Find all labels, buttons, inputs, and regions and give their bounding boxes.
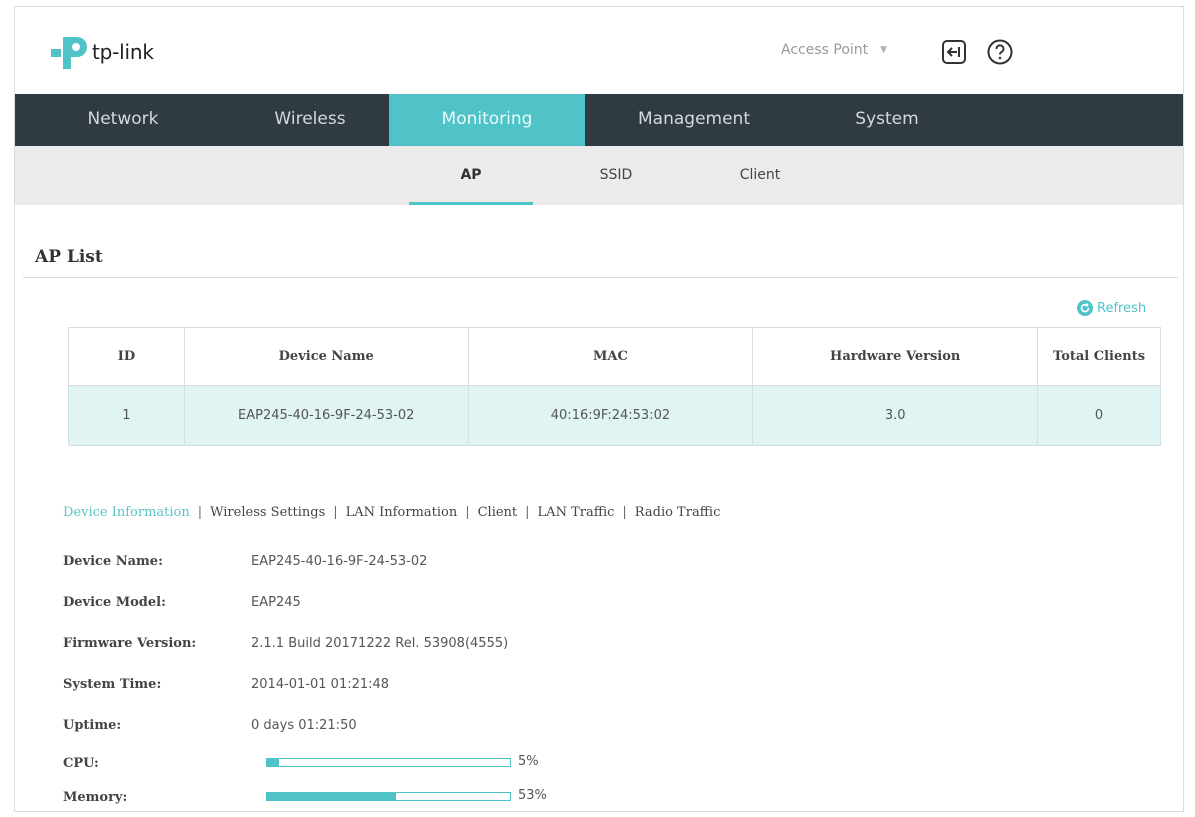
divider [23, 277, 1178, 278]
value-firmware-version: 2.1.1 Build 20171222 Rel. 53908(4555) [251, 636, 509, 651]
tab-monitoring[interactable]: Monitoring [389, 94, 585, 146]
cell-total-clients: 0 [1037, 385, 1161, 446]
column-header-id[interactable]: ID [68, 327, 185, 386]
ap-list-table: ID Device Name MAC Hardware Version Tota… [68, 327, 1161, 446]
tab-network[interactable]: Network [15, 94, 231, 146]
refresh-button[interactable]: Refresh [1077, 300, 1146, 316]
detail-tab-client[interactable]: Client [478, 505, 518, 520]
label-device-model: Device Model: [63, 595, 166, 610]
column-header-mac[interactable]: MAC [467, 327, 754, 386]
cell-mac: 40:16:9F:24:53:02 [467, 385, 754, 446]
value-device-name: EAP245-40-16-9F-24-53-02 [251, 554, 428, 569]
chevron-down-icon: ▼ [880, 45, 888, 55]
header: tp-link Access Point ▼ [15, 7, 1183, 94]
sub-nav: AP SSID Client [15, 146, 1183, 205]
memory-usage-bar [266, 792, 511, 801]
refresh-icon [1077, 300, 1093, 316]
tab-system[interactable]: System [803, 94, 971, 146]
column-header-total-clients[interactable]: Total Clients [1037, 327, 1161, 386]
label-firmware-version: Firmware Version: [63, 636, 197, 651]
subtab-client[interactable]: Client [705, 146, 815, 205]
value-device-model: EAP245 [251, 595, 301, 610]
tab-management[interactable]: Management [585, 94, 803, 146]
value-system-time: 2014-01-01 01:21:48 [251, 677, 390, 692]
detail-tab-device-information[interactable]: Device Information [63, 505, 190, 520]
detail-tabs: Device Information | Wireless Settings |… [63, 505, 720, 520]
main-nav: Network Wireless Monitoring Management S… [15, 94, 1183, 146]
label-cpu: CPU: [63, 756, 99, 771]
value-uptime: 0 days 01:21:50 [251, 718, 357, 733]
separator: | [333, 505, 338, 520]
detail-tab-radio-traffic[interactable]: Radio Traffic [635, 505, 721, 520]
detail-tab-lan-information[interactable]: LAN Information [346, 505, 458, 520]
cpu-usage-bar [266, 758, 511, 767]
tp-link-logo: tp-link [49, 33, 154, 71]
section-title: AP List [35, 247, 103, 267]
mode-select[interactable]: Access Point ▼ [781, 42, 887, 58]
cpu-usage-percent: 5% [518, 754, 539, 769]
table-row[interactable]: 1 EAP245-40-16-9F-24-53-02 40:16:9F:24:5… [68, 385, 1161, 446]
detail-tab-wireless-settings[interactable]: Wireless Settings [210, 505, 325, 520]
label-uptime: Uptime: [63, 718, 122, 733]
table-header-row: ID Device Name MAC Hardware Version Tota… [68, 327, 1161, 386]
memory-usage-percent: 53% [518, 788, 547, 803]
column-header-hardware-version[interactable]: Hardware Version [752, 327, 1039, 386]
memory-usage-fill [267, 793, 396, 800]
mode-select-value: Access Point [781, 42, 869, 58]
subtab-ap[interactable]: AP [409, 146, 533, 205]
column-header-device-name[interactable]: Device Name [183, 327, 469, 386]
brand-name: tp-link [92, 40, 154, 64]
detail-tab-lan-traffic[interactable]: LAN Traffic [538, 505, 615, 520]
help-icon[interactable] [987, 39, 1013, 65]
cell-hardware-version: 3.0 [752, 385, 1039, 446]
refresh-label: Refresh [1097, 300, 1147, 316]
logout-icon[interactable] [941, 39, 967, 65]
cell-device-name: EAP245-40-16-9F-24-53-02 [183, 385, 469, 446]
cpu-usage-fill [267, 759, 280, 766]
tab-wireless[interactable]: Wireless [231, 94, 389, 146]
subtab-ssid[interactable]: SSID [561, 146, 671, 205]
cell-id: 1 [68, 385, 185, 446]
app-frame: tp-link Access Point ▼ Network Wireless … [14, 6, 1184, 812]
separator: | [465, 505, 470, 520]
subtab-active-indicator [409, 202, 533, 205]
tp-link-logo-icon [51, 37, 87, 69]
separator: | [197, 505, 203, 520]
separator: | [525, 505, 530, 520]
separator: | [622, 505, 627, 520]
label-system-time: System Time: [63, 677, 162, 692]
label-device-name: Device Name: [63, 554, 163, 569]
label-memory: Memory: [63, 790, 128, 805]
